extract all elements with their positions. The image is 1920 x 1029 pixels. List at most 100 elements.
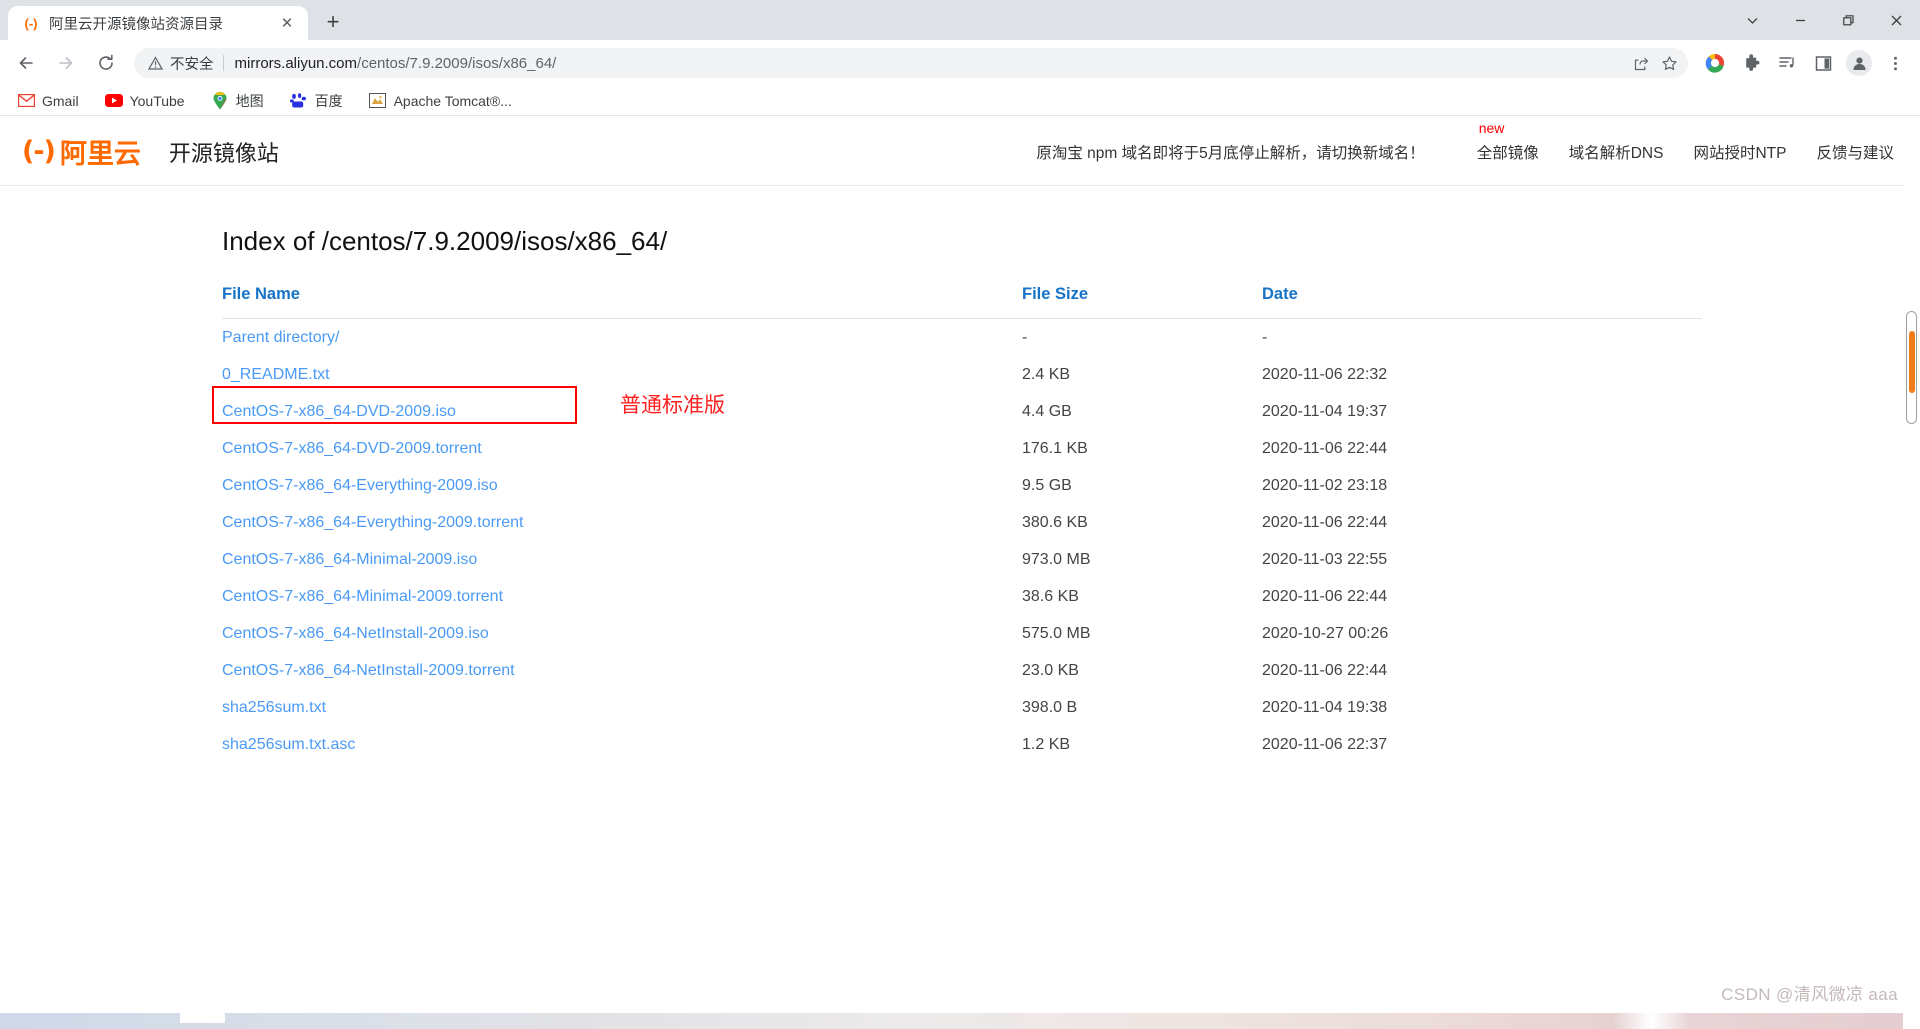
cell-file-size: 380.6 KB bbox=[1022, 513, 1088, 531]
back-arrow-icon[interactable] bbox=[8, 45, 44, 81]
file-link[interactable]: 0_README.txt bbox=[222, 366, 330, 383]
cell-file-size: 23.0 KB bbox=[1022, 661, 1079, 679]
bookmarks-bar: Gmail YouTube 地图 百度 Apache Tomcat®... bbox=[0, 86, 1920, 116]
cell-file-size: 4.4 GB bbox=[1022, 402, 1072, 420]
cell-file-name: CentOS-7-x86_64-DVD-2009.iso 普通标准版 bbox=[212, 386, 1022, 430]
cell-file-size: 176.1 KB bbox=[1022, 439, 1088, 457]
file-link[interactable]: CentOS-7-x86_64-Everything-2009.torrent bbox=[222, 514, 524, 531]
cell-file-name: 0_README.txt bbox=[222, 356, 1022, 393]
cell-date: - bbox=[1262, 328, 1268, 346]
bookmark-label: YouTube bbox=[129, 92, 185, 109]
playlist-music-icon[interactable] bbox=[1770, 45, 1804, 81]
file-link[interactable]: Parent directory/ bbox=[222, 329, 339, 346]
omnibox-actions bbox=[1626, 48, 1682, 78]
nav-item-feedback[interactable]: 反馈与建议 bbox=[1816, 141, 1894, 163]
column-header-date[interactable]: Date bbox=[1262, 285, 1702, 319]
color-wheel-icon[interactable] bbox=[1698, 45, 1732, 81]
person-icon[interactable] bbox=[1842, 45, 1876, 81]
cell-file-name: CentOS-7-x86_64-Everything-2009.torrent bbox=[222, 504, 1022, 541]
file-link[interactable]: CentOS-7-x86_64-Minimal-2009.iso bbox=[222, 551, 477, 568]
cell-file-size: 398.0 B bbox=[1022, 698, 1078, 716]
nav-item-ntp[interactable]: 网站授时NTP bbox=[1693, 141, 1786, 163]
chevron-down-icon[interactable] bbox=[1728, 0, 1776, 40]
aliyun-favicon-icon: (-) bbox=[24, 15, 38, 31]
file-link[interactable]: CentOS-7-x86_64-Minimal-2009.torrent bbox=[222, 588, 503, 605]
cell-date: 2020-11-02 23:18 bbox=[1262, 476, 1388, 494]
browser-toolbar: 不安全 mirrors.aliyun.com/centos/7.9.2009/i… bbox=[0, 40, 1920, 86]
cell-file-name: Parent directory/ bbox=[222, 319, 1022, 357]
url-text: mirrors.aliyun.com/centos/7.9.2009/isos/… bbox=[235, 55, 557, 72]
column-header-file-size[interactable]: File Size bbox=[1022, 285, 1262, 319]
bookmark-label: 百度 bbox=[314, 92, 343, 109]
bookmark-youtube[interactable]: YouTube bbox=[100, 89, 190, 113]
close-window-icon[interactable] bbox=[1872, 0, 1920, 40]
share-icon[interactable] bbox=[1628, 50, 1654, 76]
three-dots-icon[interactable] bbox=[1878, 45, 1912, 81]
table-row: 0_README.txt 2.4 KB 2020-11-06 22:32 bbox=[222, 356, 1702, 393]
table-row: CentOS-7-x86_64-NetInstall-2009.torrent 2… bbox=[222, 652, 1702, 689]
file-link[interactable]: CentOS-7-x86_64-Everything-2009.iso bbox=[222, 477, 498, 494]
bookmark-maps[interactable]: 地图 bbox=[206, 88, 269, 114]
minimize-icon[interactable] bbox=[1776, 0, 1824, 40]
gmail-icon bbox=[17, 92, 35, 110]
bottom-gradient-strip bbox=[0, 1013, 1920, 1029]
page-title: Index of /centos/7.9.2009/isos/x86_64/ bbox=[222, 226, 668, 256]
new-tab-button[interactable]: + bbox=[318, 7, 348, 37]
reload-icon[interactable] bbox=[88, 45, 124, 81]
bookmark-gmail[interactable]: Gmail bbox=[12, 89, 84, 113]
table-row: CentOS-7-x86_64-DVD-2009.torrent 176.1 KB… bbox=[222, 430, 1702, 467]
file-link[interactable]: CentOS-7-x86_64-NetInstall-2009.iso bbox=[222, 625, 489, 642]
file-table-head: File Name File Size Date bbox=[222, 285, 1702, 319]
cell-file-size: 973.0 MB bbox=[1022, 550, 1091, 568]
restore-icon[interactable] bbox=[1824, 0, 1872, 40]
scrollbar-thumb[interactable] bbox=[1909, 331, 1915, 393]
cell-date: 2020-11-06 22:44 bbox=[1262, 661, 1388, 679]
nav-item-all-mirrors[interactable]: new 全部镜像 bbox=[1477, 120, 1539, 163]
youtube-icon bbox=[104, 92, 123, 110]
browser-tab[interactable]: (-) 阿里云开源镜像站资源目录 ✕ bbox=[8, 6, 308, 40]
table-row: Parent directory/ - - bbox=[222, 319, 1702, 357]
bookmark-tomcat[interactable]: Apache Tomcat®... bbox=[364, 89, 517, 113]
new-badge: new bbox=[1478, 119, 1505, 136]
page-scrollbar[interactable] bbox=[1903, 118, 1920, 1029]
forward-arrow-icon[interactable] bbox=[48, 45, 84, 81]
file-link[interactable]: CentOS-7-x86_64-DVD-2009.iso bbox=[222, 403, 456, 420]
google-maps-icon bbox=[211, 91, 229, 110]
cell-date: 2020-11-06 22:44 bbox=[1262, 439, 1388, 457]
baidu-icon bbox=[290, 92, 308, 110]
bookmark-label: 地图 bbox=[235, 92, 264, 109]
file-link[interactable]: CentOS-7-x86_64-DVD-2009.torrent bbox=[222, 440, 482, 457]
file-table-body: Parent directory/ - - 0_README.txt 2.4 KB 202… bbox=[212, 319, 1702, 764]
cell-file-size: 575.0 MB bbox=[1022, 624, 1091, 642]
url-host: mirrors.aliyun.com bbox=[234, 54, 358, 72]
page-viewport: (-) 阿里云 开源镜像站 原淘宝 npm 域名即将于5月底停止解析，请切换新域… bbox=[0, 118, 1920, 1029]
cell-file-name: CentOS-7-x86_64-Minimal-2009.torrent bbox=[222, 578, 1022, 615]
file-link[interactable]: sha256sum.txt.asc bbox=[222, 736, 355, 753]
puzzle-piece-icon[interactable] bbox=[1734, 45, 1768, 81]
close-icon[interactable]: ✕ bbox=[276, 12, 298, 34]
tab-title: 阿里云开源镜像站资源目录 bbox=[49, 16, 223, 33]
site-notice: 原淘宝 npm 域名即将于5月底停止解析，请切换新域名！ bbox=[1036, 144, 1425, 162]
bookmark-baidu[interactable]: 百度 bbox=[285, 88, 348, 114]
aliyun-logo[interactable]: (-) 阿里云 bbox=[22, 132, 141, 171]
column-header-file-name[interactable]: File Name bbox=[222, 285, 1022, 319]
bottom-notch bbox=[180, 1013, 225, 1023]
table-row: CentOS-7-x86_64-Minimal-2009.torrent 38.6… bbox=[222, 578, 1702, 615]
warning-triangle-icon bbox=[148, 55, 163, 71]
cell-date: 2020-11-06 22:32 bbox=[1262, 365, 1388, 383]
nav-item-dns[interactable]: 域名解析DNS bbox=[1569, 141, 1664, 163]
cell-date: 2020-11-06 22:44 bbox=[1262, 587, 1388, 605]
cell-date: 2020-11-04 19:38 bbox=[1262, 698, 1388, 716]
file-table: File Name File Size Date Parent director… bbox=[212, 285, 1702, 764]
cell-file-name: CentOS-7-x86_64-NetInstall-2009.iso bbox=[222, 615, 1022, 652]
star-icon[interactable] bbox=[1656, 50, 1682, 76]
file-link[interactable]: CentOS-7-x86_64-NetInstall-2009.torrent bbox=[222, 662, 515, 679]
file-link[interactable]: sha256sum.txt bbox=[222, 699, 326, 716]
security-status-label: 不安全 bbox=[170, 56, 214, 73]
cell-file-size: - bbox=[1022, 328, 1028, 346]
url-path: /centos/7.9.2009/isos/x86_64/ bbox=[357, 54, 557, 72]
address-bar[interactable]: 不安全 mirrors.aliyun.com/centos/7.9.2009/i… bbox=[134, 48, 1688, 78]
cell-file-name: CentOS-7-x86_64-NetInstall-2009.torrent bbox=[222, 652, 1022, 689]
site-header: (-) 阿里云 开源镜像站 原淘宝 npm 域名即将于5月底停止解析，请切换新域… bbox=[0, 118, 1920, 186]
side-panel-icon[interactable] bbox=[1806, 45, 1840, 81]
